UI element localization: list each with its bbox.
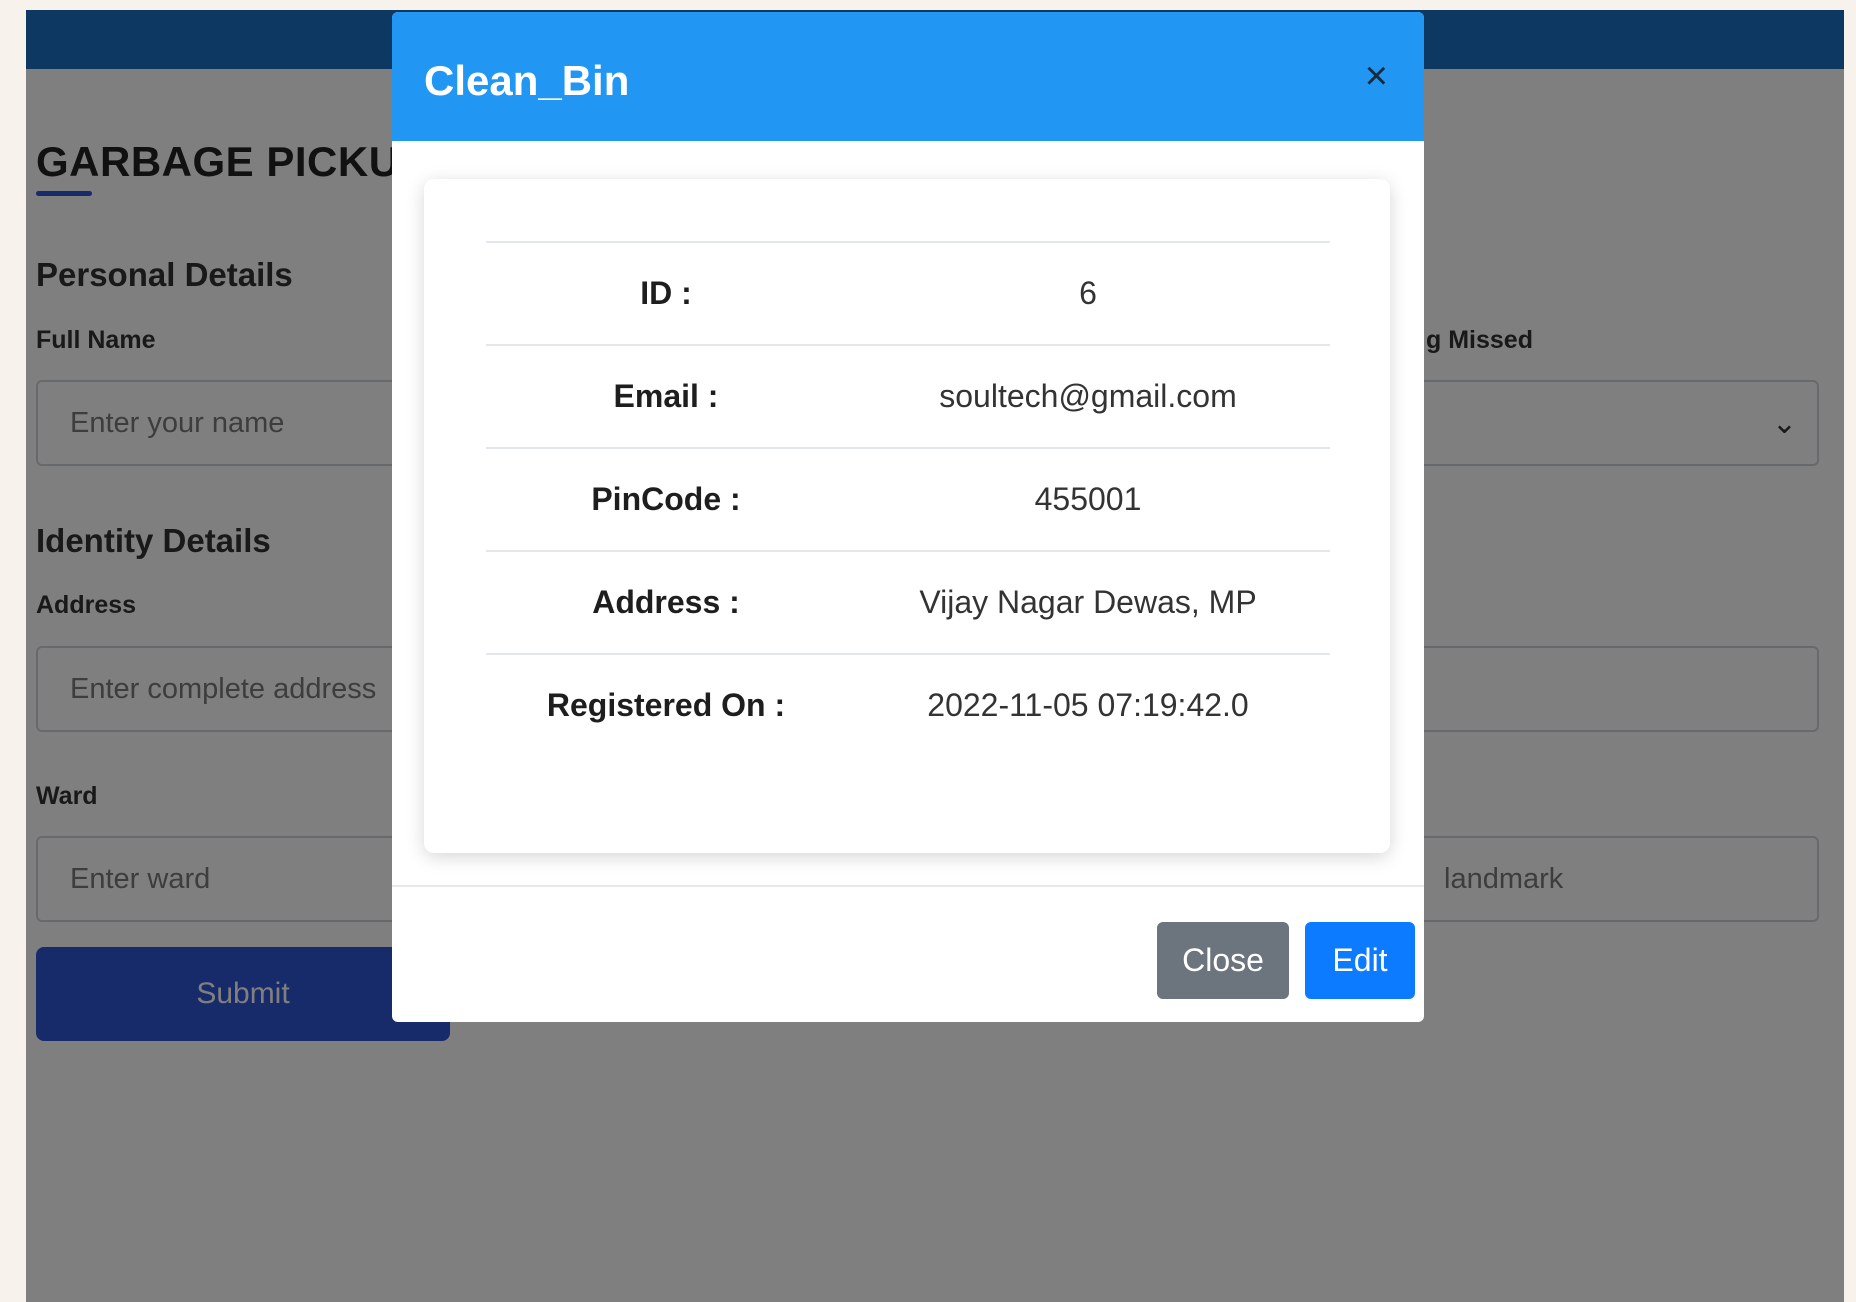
close-button[interactable]: Close [1157,922,1289,999]
details-modal: Clean_Bin × ID : 6 Email : soultech@gmai… [392,12,1424,1022]
modal-header: Clean_Bin × [392,12,1424,141]
registered-on-label: Registered On : [486,653,846,756]
table-row: Registered On : 2022-11-05 07:19:42.0 [486,653,1330,756]
id-label: ID : [486,241,846,345]
registered-on-value: 2022-11-05 07:19:42.0 [846,653,1330,756]
table-row: Email : soultech@gmail.com [486,344,1330,448]
pincode-value: 455001 [846,447,1330,551]
address-row-label: Address : [486,550,846,654]
table-row: ID : 6 [486,241,1330,345]
email-label: Email : [486,344,846,448]
details-card: ID : 6 Email : soultech@gmail.com PinCod… [424,179,1390,853]
id-value: 6 [846,241,1330,345]
app-page: GARBAGE PICKUP Personal Details Full Nam… [26,10,1844,1302]
table-row: PinCode : 455001 [486,447,1330,551]
table-row: Address : Vijay Nagar Dewas, MP [486,550,1330,654]
details-table: ID : 6 Email : soultech@gmail.com PinCod… [486,241,1330,756]
modal-title: Clean_Bin [424,57,630,104]
close-icon[interactable]: × [1365,56,1388,96]
address-value: Vijay Nagar Dewas, MP [846,550,1330,654]
email-value: soultech@gmail.com [846,344,1330,448]
modal-footer-divider [392,885,1424,887]
edit-button[interactable]: Edit [1305,922,1415,999]
pincode-label: PinCode : [486,447,846,551]
